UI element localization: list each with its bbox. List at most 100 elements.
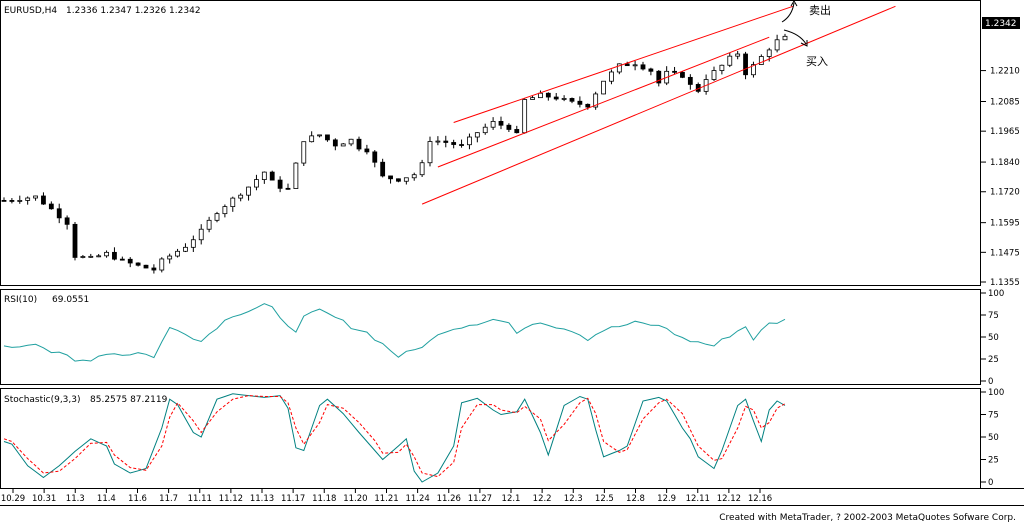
- candle-body: [443, 140, 449, 143]
- candle-body: [143, 264, 149, 269]
- candle-body: [301, 141, 307, 164]
- candle-body: [538, 92, 543, 99]
- price-ohlc-label: 1.2336 1.2347 1.2326 1.2342: [66, 6, 201, 16]
- candle-body: [672, 70, 677, 73]
- candle-body: [553, 96, 559, 100]
- x-tick-label: 12.8: [626, 494, 645, 504]
- x-tick-label: 11.6: [128, 494, 147, 504]
- candle-body: [25, 197, 31, 201]
- candle-body: [403, 177, 409, 182]
- candle-body: [332, 139, 338, 147]
- candle-body: [317, 134, 322, 137]
- candle-body: [48, 203, 54, 210]
- candle-body: [356, 138, 362, 150]
- candle-body: [680, 71, 685, 78]
- candle-body: [561, 98, 567, 100]
- x-tick-label: 12.12: [717, 494, 741, 504]
- candle-body: [104, 251, 109, 257]
- x-tick-label: 12.16: [748, 494, 772, 504]
- candle-body: [640, 64, 646, 70]
- x-tick-label: 11.21: [374, 494, 398, 504]
- candle-body: [782, 35, 788, 41]
- candle-body: [72, 223, 78, 258]
- candle-body: [206, 219, 212, 230]
- rsi-y-tick-label: 100: [988, 289, 1004, 299]
- candle-body: [246, 186, 251, 196]
- x-tick-label: 11.24: [405, 494, 429, 504]
- x-tick-label: 10.29: [1, 494, 25, 504]
- candle-body: [482, 126, 488, 134]
- candle-body: [632, 64, 638, 67]
- stoch-y-tick-label: 0: [988, 478, 993, 488]
- candle-body: [222, 206, 228, 215]
- rsi-value-label: 69.0551: [52, 295, 89, 305]
- price-y-tick-label: 1.1720: [990, 188, 1020, 198]
- candle-body: [214, 213, 220, 221]
- candle-body: [190, 239, 196, 248]
- candle-body: [17, 200, 23, 202]
- candle-body: [269, 171, 275, 181]
- candle-body: [459, 144, 464, 146]
- x-tick-label: 11.18: [312, 494, 336, 504]
- candle-body: [277, 179, 283, 189]
- candle-body: [419, 162, 425, 176]
- candle-body: [467, 136, 472, 146]
- rsi-panel-frame: [0, 289, 981, 385]
- sell-annotation: 卖出: [809, 3, 831, 17]
- price-y-tick-label: 1.2210: [990, 67, 1020, 77]
- candle-body: [498, 120, 504, 126]
- candle-body: [743, 53, 748, 76]
- candle-body: [735, 53, 741, 57]
- chart-root: 1.2210 1.2085 1.1965 1.1840 1.1720 1.1595 1.14…: [0, 0, 1024, 525]
- x-tick-label: 11.12: [219, 494, 243, 504]
- rsi-y-tick-label: 25: [988, 355, 999, 365]
- rsi-y-tick-label: 75: [988, 311, 999, 321]
- x-tick-label: 12.1: [502, 494, 521, 504]
- candle-body: [474, 132, 480, 138]
- stoch-value-label: 85.2575 87.2119: [90, 395, 168, 405]
- rsi-y-tick-label: 0: [988, 377, 993, 387]
- x-tick-label: 11.13: [250, 494, 274, 504]
- candle-body: [285, 187, 291, 190]
- candle-body: [309, 135, 315, 143]
- candle-body: [396, 178, 401, 182]
- candle-body: [577, 100, 583, 105]
- candle-body: [427, 141, 433, 164]
- candle-body: [522, 99, 528, 134]
- candle-body: [325, 134, 330, 141]
- candle-body: [774, 39, 780, 51]
- candle-body: [506, 124, 512, 130]
- candle-body: [230, 197, 236, 208]
- candle-body: [380, 161, 386, 177]
- candle-body: [711, 70, 717, 80]
- candle-body: [80, 256, 86, 258]
- candle-body: [238, 194, 244, 199]
- candle-body: [33, 195, 38, 199]
- candle-body: [601, 80, 606, 95]
- price-symbol-label: EURUSD,H4: [4, 6, 57, 16]
- candle-body: [648, 68, 654, 72]
- candle-body: [585, 103, 591, 108]
- candle-body: [340, 143, 346, 147]
- candle-body: [151, 267, 157, 271]
- candle-body: [96, 255, 102, 258]
- candle-body: [514, 129, 520, 134]
- candle-body: [261, 171, 267, 180]
- candle-body: [388, 175, 393, 180]
- candle-body: [56, 208, 62, 219]
- buy-annotation: 买入: [806, 55, 828, 68]
- x-tick-label: 11.26: [437, 494, 461, 504]
- x-tick-label: 10.31: [32, 494, 56, 504]
- trading-chart: 1.2210 1.2085 1.1965 1.1840 1.1720 1.1595 1.14…: [0, 0, 1024, 523]
- candle-body: [135, 262, 141, 266]
- candle-body: [159, 258, 165, 271]
- candle-body: [624, 63, 630, 67]
- candle-body: [119, 258, 125, 261]
- x-tick-label: 11.27: [468, 494, 492, 504]
- candle-body: [293, 162, 299, 189]
- candle-body: [88, 255, 94, 258]
- footer-credit: Created with MetaTrader, ? 2002-2003 Met…: [719, 513, 1016, 523]
- candle-body: [64, 217, 70, 225]
- candle-body: [490, 120, 496, 128]
- candle-body: [372, 151, 378, 163]
